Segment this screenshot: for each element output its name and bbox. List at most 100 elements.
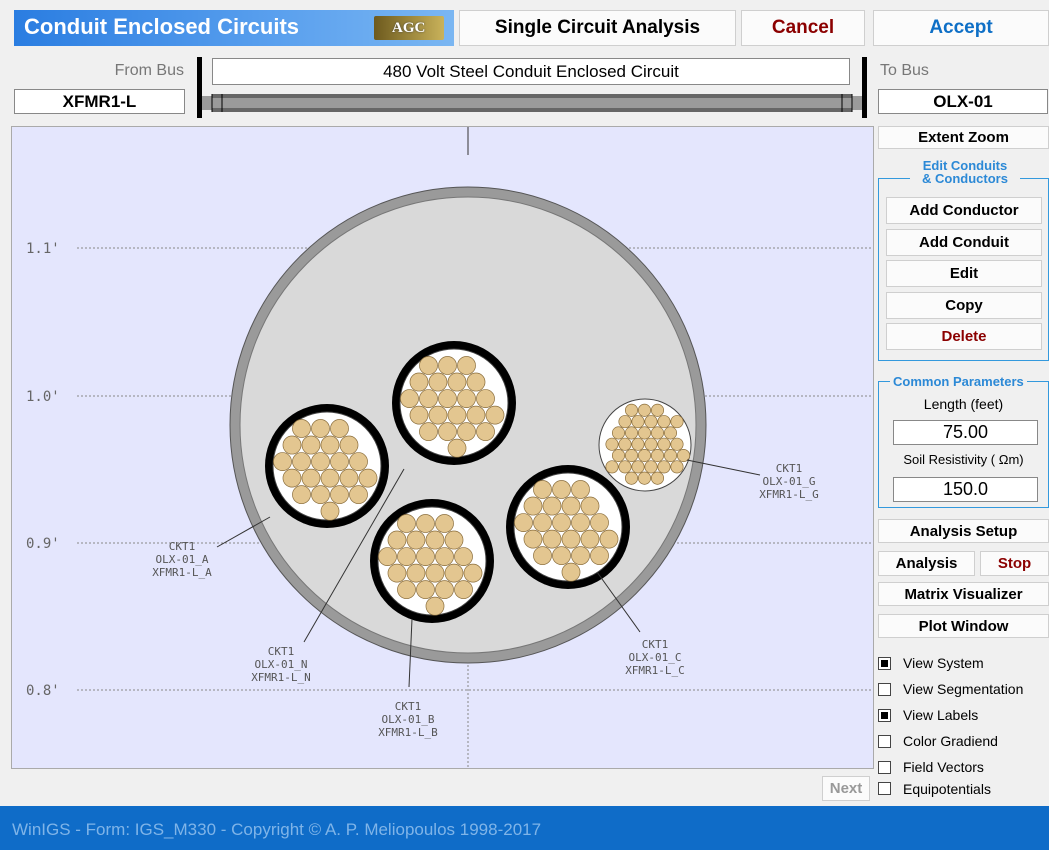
strand: [438, 389, 457, 408]
from-bus-field[interactable]: XFMR1-L: [14, 89, 185, 114]
soil-resistivity-field[interactable]: 150.0: [893, 477, 1038, 502]
conductor-n[interactable]: [392, 341, 516, 465]
checkbox[interactable]: [878, 760, 891, 774]
logo-text: AGC: [392, 20, 426, 36]
checkbox[interactable]: [878, 734, 891, 748]
strand: [611, 426, 626, 440]
strand: [670, 415, 684, 429]
equipotentials-option[interactable]: Equipotentials: [878, 776, 991, 801]
strand: [406, 563, 426, 583]
cancel-button[interactable]: Cancel: [741, 10, 865, 46]
conductor-label-line: OLX-01_C: [629, 651, 682, 664]
strand: [476, 389, 495, 408]
strand: [330, 452, 349, 471]
view-labels-option[interactable]: View Labels: [878, 702, 1049, 728]
strand: [599, 529, 619, 549]
strand: [618, 460, 632, 474]
checkbox-label: View Labels: [903, 707, 979, 723]
strand: [514, 513, 533, 532]
strand: [631, 460, 645, 474]
delete-button[interactable]: Delete: [886, 323, 1042, 350]
strand: [438, 422, 457, 442]
add-conductor-button[interactable]: Add Conductor: [886, 197, 1042, 224]
copy-button[interactable]: Copy: [886, 292, 1042, 319]
checkbox-label: Field Vectors: [903, 759, 984, 775]
strand: [349, 452, 368, 471]
strand: [466, 372, 486, 392]
strand: [552, 546, 571, 566]
to-bus-field[interactable]: OLX-01: [878, 89, 1048, 114]
app-title: Conduit Enclosed Circuits: [24, 14, 300, 39]
checkbox[interactable]: [878, 708, 891, 722]
strand: [425, 563, 445, 583]
strand: [447, 438, 467, 458]
checkbox[interactable]: [878, 782, 891, 795]
checkbox[interactable]: [878, 656, 891, 670]
view-segmentation-option[interactable]: View Segmentation: [878, 676, 1049, 702]
strand: [435, 547, 454, 566]
strand: [349, 485, 368, 505]
strand: [409, 405, 429, 425]
strand: [571, 480, 590, 499]
conductor-label-line: XFMR1-L_C: [625, 664, 685, 677]
add-conduit-button[interactable]: Add Conduit: [886, 229, 1042, 256]
strand: [444, 563, 464, 583]
stop-button[interactable]: Stop: [980, 551, 1049, 576]
strand: [657, 460, 671, 474]
soil-resistivity-label: Soil Resistivity ( Ωm): [903, 452, 1024, 467]
single-circuit-analysis-button[interactable]: Single Circuit Analysis: [459, 10, 736, 46]
circuit-description-field[interactable]: 480 Volt Steel Conduit Enclosed Circuit: [212, 58, 850, 85]
strand: [273, 452, 292, 471]
checkbox-label: View System: [903, 655, 984, 671]
strand: [466, 405, 486, 425]
next-button[interactable]: Next: [822, 776, 870, 801]
view-system-option[interactable]: View System: [878, 650, 1049, 676]
strand: [320, 468, 340, 488]
accept-button[interactable]: Accept: [873, 10, 1049, 46]
strand: [542, 496, 562, 516]
conduit-cross-section[interactable]: 1.1' 1.0' 0.9' 0.8' CKT1OLX-01_AXFMR1-L_…: [12, 127, 874, 769]
strand: [387, 563, 407, 583]
strand: [657, 415, 671, 429]
conductor-g[interactable]: [598, 398, 692, 492]
analysis-setup-button[interactable]: Analysis Setup: [878, 519, 1049, 543]
strand: [552, 513, 571, 532]
strand: [611, 449, 626, 463]
strand: [624, 449, 639, 463]
conductor-c[interactable]: [506, 465, 630, 589]
app-title-bar: Conduit Enclosed Circuits AGC: [14, 10, 454, 46]
strand: [561, 529, 581, 549]
strand: [282, 468, 302, 488]
to-bus-label: To Bus: [880, 62, 929, 79]
strand: [311, 485, 330, 505]
color-gradient-option[interactable]: Color Gradiend: [878, 728, 1049, 754]
length-field[interactable]: 75.00: [893, 420, 1038, 445]
strand: [650, 426, 665, 440]
strand: [444, 530, 464, 550]
strand: [419, 356, 438, 375]
extent-zoom-button[interactable]: Extent Zoom: [878, 126, 1049, 149]
strand: [476, 422, 495, 442]
strand: [301, 435, 321, 455]
strand: [561, 562, 581, 582]
strand: [618, 415, 632, 429]
analysis-button[interactable]: Analysis: [878, 551, 975, 576]
conductor-label-line: OLX-01_A: [156, 553, 209, 566]
conductor-b[interactable]: [370, 499, 494, 623]
length-label: Length (feet): [923, 396, 1004, 412]
conductor-a[interactable]: [265, 404, 389, 528]
edit-button[interactable]: Edit: [886, 260, 1042, 287]
checkbox-label: Color Gradiend: [903, 733, 998, 749]
strand: [425, 530, 445, 550]
plot-window-button[interactable]: Plot Window: [878, 614, 1049, 638]
strand: [644, 437, 658, 451]
strand: [637, 471, 652, 485]
strand: [561, 496, 581, 516]
strand: [416, 514, 435, 533]
strand: [292, 452, 311, 471]
cross-section-canvas[interactable]: 1.1' 1.0' 0.9' 0.8' CKT1 OLX-01_A XFMR1-L_…: [11, 126, 874, 769]
cable-segment-bar[interactable]: [202, 92, 862, 114]
matrix-visualizer-button[interactable]: Matrix Visualizer: [878, 582, 1049, 606]
checkbox[interactable]: [878, 682, 891, 696]
status-footer: WinIGS - Form: IGS_M330 - Copyright © A.…: [0, 806, 1049, 850]
